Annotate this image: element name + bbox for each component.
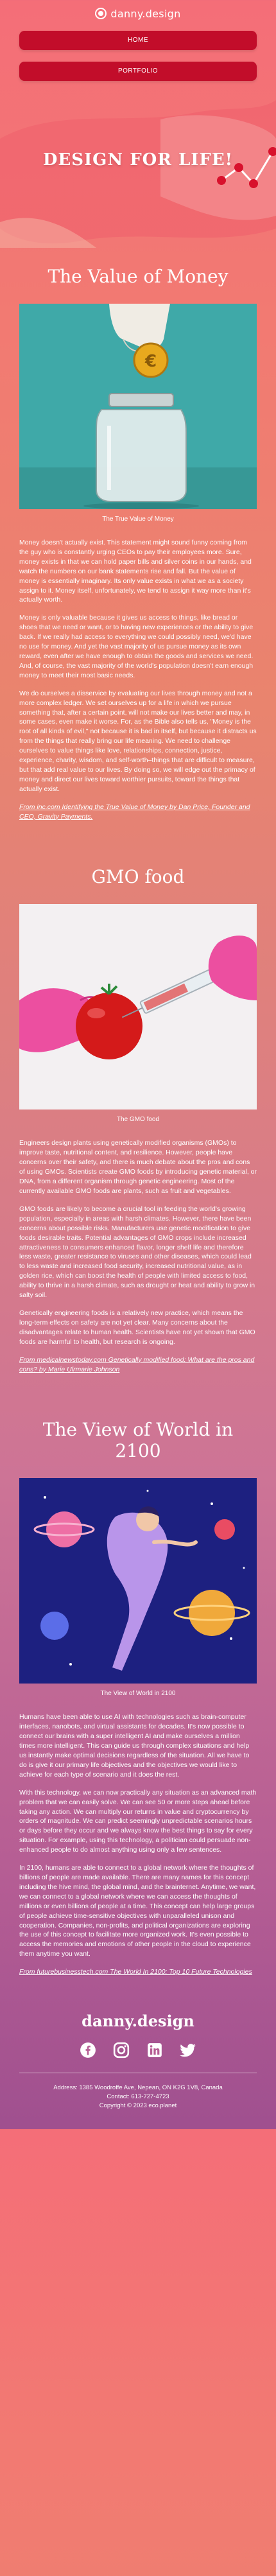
money-jar-image: € [19, 304, 257, 509]
nav-portfolio-button[interactable]: PORTFOLIO [19, 62, 257, 81]
image-caption: The View of World in 2100 [100, 1690, 176, 1698]
article-title: The View of World in 2100 [42, 1419, 234, 1462]
article-paragraph: Engineers design plants using geneticall… [19, 1139, 257, 1195]
source-link[interactable]: From futurebusinesstech.com The World In… [19, 1968, 252, 1976]
facebook-icon[interactable] [80, 2042, 96, 2058]
linkedin-icon[interactable] [146, 2042, 163, 2058]
article-world-2100: The View of World in 2100 The View of Wo… [0, 1419, 276, 1977]
source-link[interactable]: From inc.com Identifying the True Value … [19, 803, 250, 821]
instagram-icon[interactable] [113, 2042, 130, 2058]
source-link[interactable]: From medicalnewstoday.com Genetically mo… [19, 1356, 254, 1373]
image-caption: The GMO food [116, 1116, 160, 1124]
space-illustration-image [19, 1478, 257, 1684]
article-source[interactable]: From futurebusinesstech.com The World In… [19, 1967, 257, 1977]
hero-title: DESIGN FOR LIFE! [42, 150, 234, 170]
article-gmo-food: GMO food The GMO food Engineers design p… [0, 866, 276, 1374]
social-links [19, 2042, 257, 2058]
article-source[interactable]: From medicalnewstoday.com Genetically mo… [19, 1355, 257, 1375]
article-title: The Value of Money [47, 266, 229, 287]
site-logo[interactable]: danny.design [19, 6, 257, 21]
footer-address: Address: 1385 Woodroffe Ave, Nepean, ON … [53, 2084, 223, 2092]
article-title: GMO food [91, 866, 185, 888]
main-nav: HOME PORTFOLIO [19, 31, 257, 81]
article-paragraph: Money doesn't actually exist. This state… [19, 539, 252, 604]
site-footer: danny.design Address: 1385 Woodroffe Ave… [0, 1986, 276, 2129]
footer-contact: Contact: 613-727-4723 [107, 2093, 169, 2100]
article-source[interactable]: From inc.com Identifying the True Value … [19, 803, 257, 822]
article-value-of-money: The Value of Money € The True Value of M… [0, 266, 276, 821]
page: danny.design HOME PORTFOLIO DESIGN FOR L… [0, 0, 276, 2129]
article-paragraph: Money is only valuable because it gives … [19, 614, 254, 679]
svg-text:€: € [144, 352, 157, 371]
hero-banner: DESIGN FOR LIFE! [0, 100, 276, 248]
article-paragraph: We do ourselves a disservice by evaluati… [19, 689, 257, 793]
footer-copyright: Copyright © 2023 eco.planet [99, 2102, 177, 2109]
logo-text: danny.design [110, 7, 181, 20]
article-paragraph: Humans have been able to use AI with tec… [19, 1713, 250, 1779]
article-paragraph: In 2100, humans are able to connect to a… [19, 1864, 256, 1958]
hero-decoration [0, 100, 276, 248]
twitter-icon[interactable] [180, 2042, 196, 2058]
article-paragraph: With this technology, we can now practic… [19, 1788, 257, 1854]
article-paragraph: GMO foods are likely to become a crucial… [19, 1205, 255, 1300]
footer-logo[interactable]: danny.design [19, 2012, 257, 2030]
nav-home-button[interactable]: HOME [19, 31, 257, 50]
gmo-tomato-image [19, 904, 257, 1110]
logo-mark-icon [95, 8, 107, 19]
site-header: danny.design HOME PORTFOLIO [0, 0, 276, 81]
image-caption: The True Value of Money [102, 516, 174, 523]
article-paragraph: Genetically engineering foods is a relat… [19, 1309, 255, 1346]
